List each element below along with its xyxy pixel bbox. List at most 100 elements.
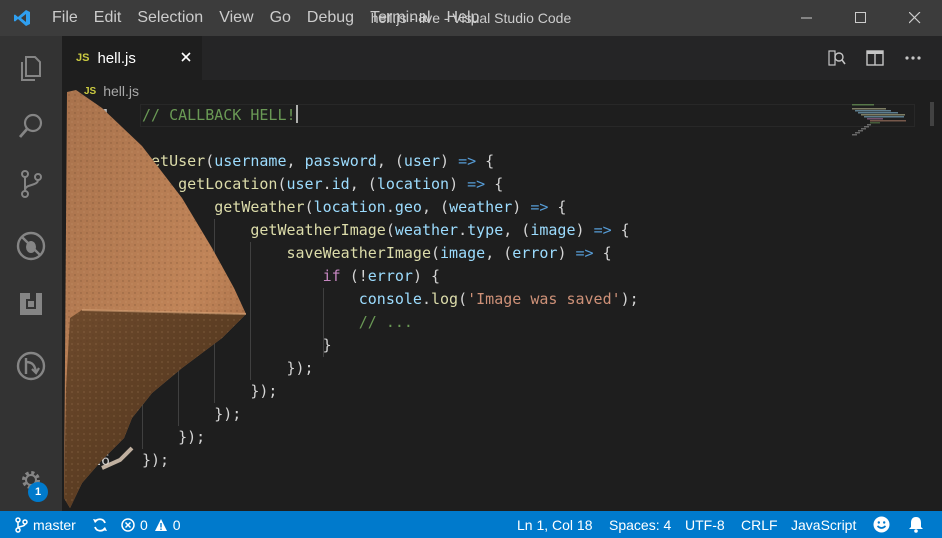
- code-token: {: [548, 198, 567, 216]
- code-token: {: [476, 152, 495, 170]
- tab-close-button[interactable]: [178, 49, 194, 65]
- close-icon: [181, 52, 191, 62]
- sync-icon: [93, 517, 107, 532]
- activity-source-control[interactable]: [0, 156, 62, 212]
- code-token: =>: [530, 198, 549, 216]
- indentation[interactable]: Spaces: 4: [609, 511, 671, 538]
- smiley-icon: [873, 516, 890, 533]
- menu-bar: File Edit Selection View Go Debug Termin…: [44, 0, 487, 36]
- minimize-button[interactable]: [780, 0, 834, 36]
- debug-icon: [16, 231, 46, 261]
- code-token: , (: [503, 221, 531, 239]
- menu-debug[interactable]: Debug: [299, 0, 362, 36]
- problems-indicator[interactable]: 0 0: [121, 511, 181, 538]
- code-token: =>: [467, 175, 486, 193]
- code-token: location: [313, 198, 386, 216]
- warning-count: 0: [172, 516, 181, 533]
- code-token: user: [403, 152, 441, 170]
- code-token: weather: [449, 198, 513, 216]
- source-control-icon: [21, 170, 42, 198]
- menu-help[interactable]: Help: [439, 0, 488, 36]
- tab-hell-js[interactable]: JS hell.js: [62, 36, 202, 80]
- search-icon: [18, 113, 43, 138]
- activity-debug[interactable]: [0, 218, 62, 274]
- code-token: geo: [394, 198, 422, 216]
- code-token: .: [421, 290, 431, 308]
- code-token: type: [467, 221, 504, 239]
- code-token: error: [367, 267, 413, 285]
- activity-live-share[interactable]: [0, 338, 62, 394]
- code-token: =>: [593, 221, 612, 239]
- git-branch-icon: [15, 516, 28, 533]
- code-token: .: [385, 198, 395, 216]
- cursor-position[interactable]: Ln 1, Col 18: [517, 511, 593, 538]
- tab-label: hell.js: [97, 49, 136, 67]
- maximize-button[interactable]: [834, 0, 888, 36]
- code-token: , (: [485, 244, 513, 262]
- more-actions-button[interactable]: [894, 36, 932, 80]
- extensions-icon: [20, 293, 42, 315]
- code-token: =>: [575, 244, 594, 262]
- code-token: error: [512, 244, 558, 262]
- code-token: weather: [394, 221, 459, 239]
- code-token: saveWeatherImage: [286, 244, 432, 262]
- code-token: location: [376, 175, 450, 193]
- code-token: );: [620, 290, 639, 308]
- minimize-icon: [801, 17, 812, 19]
- code-token: {: [485, 175, 504, 193]
- bell-icon: [909, 517, 923, 533]
- code-token: .: [322, 175, 332, 193]
- code-token: (: [385, 221, 395, 239]
- code-token: ): [557, 244, 576, 262]
- code-token: ): [440, 152, 459, 170]
- code-token: ) {: [412, 267, 441, 285]
- menu-view[interactable]: View: [211, 0, 261, 36]
- feedback-button[interactable]: [873, 511, 895, 538]
- minimap[interactable]: [850, 102, 910, 142]
- code-token: (: [431, 244, 441, 262]
- git-branch[interactable]: master: [14, 511, 76, 538]
- live-share-icon: [16, 351, 46, 381]
- code-token: 'Image was saved': [467, 290, 621, 308]
- js-file-icon: JS: [76, 52, 90, 64]
- close-window-button[interactable]: [888, 0, 942, 36]
- close-icon: [909, 12, 921, 24]
- code-token: // ...: [358, 313, 413, 331]
- code-token: .: [458, 221, 468, 239]
- warning-icon: [154, 518, 167, 531]
- activity-explorer[interactable]: [0, 40, 62, 96]
- sync-button[interactable]: [92, 511, 113, 538]
- tab-bar: JS hell.js: [62, 36, 942, 80]
- split-editor-button[interactable]: [856, 36, 894, 80]
- activity-extensions[interactable]: [0, 276, 62, 332]
- rock-image: [64, 90, 247, 508]
- code-token: user: [286, 175, 323, 193]
- encoding[interactable]: UTF-8: [685, 511, 725, 538]
- vscode-logo-icon: [0, 0, 44, 36]
- activity-search[interactable]: [0, 98, 62, 154]
- branch-name: master: [33, 516, 76, 533]
- menu-selection[interactable]: Selection: [129, 0, 211, 36]
- notifications-button[interactable]: [908, 511, 929, 538]
- code-token: (!: [340, 267, 368, 285]
- menu-terminal[interactable]: Terminal: [362, 0, 438, 36]
- menu-go[interactable]: Go: [262, 0, 299, 36]
- code-token: ): [449, 175, 468, 193]
- search-split-icon: [828, 50, 846, 66]
- title-bar: File Edit Selection View Go Debug Termin…: [0, 0, 942, 36]
- open-changes-button[interactable]: [818, 36, 856, 80]
- language-mode[interactable]: JavaScript: [791, 511, 856, 538]
- code-token: password: [304, 152, 377, 170]
- code-token: (: [304, 198, 314, 216]
- end-of-line[interactable]: CRLF: [741, 511, 778, 538]
- menu-file[interactable]: File: [44, 0, 86, 36]
- menu-edit[interactable]: Edit: [86, 0, 130, 36]
- code-token: =>: [458, 152, 477, 170]
- settings-badge: 1: [28, 482, 48, 502]
- vertical-scrollbar[interactable]: [930, 102, 934, 126]
- code-token: ,: [286, 152, 305, 170]
- code-token: if: [322, 267, 341, 285]
- split-editor-icon: [866, 50, 884, 66]
- explorer-icon: [21, 56, 41, 81]
- code-token: ): [512, 198, 531, 216]
